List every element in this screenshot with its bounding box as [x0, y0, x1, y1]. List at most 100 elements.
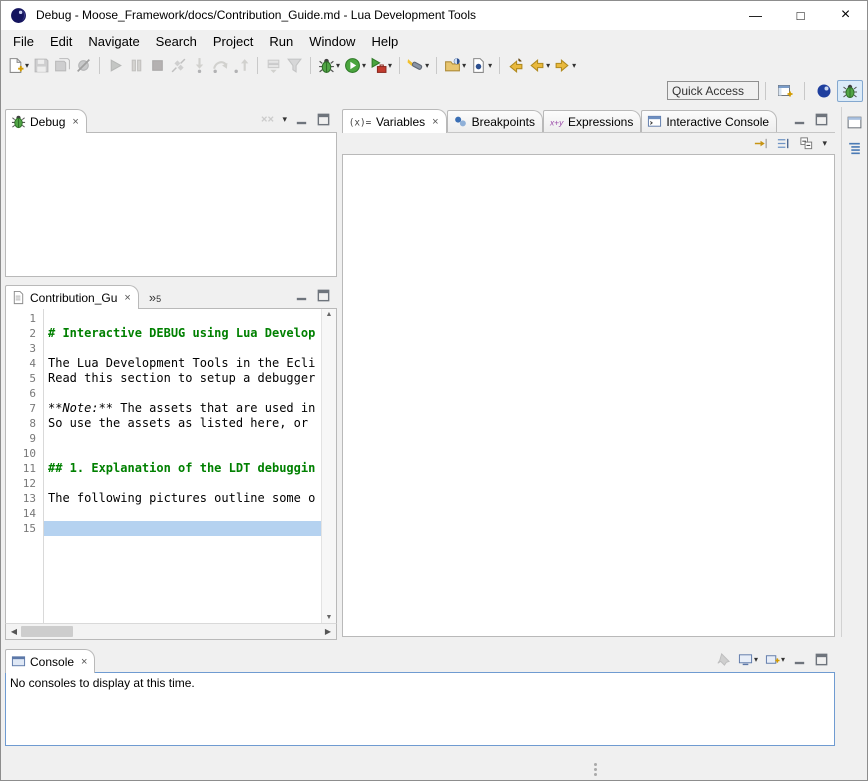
perspective-lua-button[interactable]	[811, 80, 837, 102]
debug-maximize-button[interactable]	[316, 112, 331, 127]
use-step-filters-button[interactable]	[284, 54, 305, 76]
console-minimize-button[interactable]	[792, 652, 807, 667]
dropdown-caret-icon[interactable]: ▾	[25, 61, 29, 70]
new-lua-file-button[interactable]: ▾	[468, 54, 494, 76]
save-button[interactable]	[31, 54, 52, 76]
menu-project[interactable]: Project	[205, 32, 261, 51]
new-lua-project-button[interactable]: ▾	[442, 54, 468, 76]
tab-breakpoints[interactable]: Breakpoints	[447, 110, 543, 132]
disconnect-button[interactable]	[168, 54, 189, 76]
tab-contribution-guide[interactable]: Contribution_Gu ×	[5, 285, 139, 309]
step-return-button[interactable]	[231, 54, 252, 76]
menu-edit[interactable]: Edit	[42, 32, 80, 51]
dropdown-caret-icon[interactable]: ▾	[488, 61, 492, 70]
run-external-tools-button[interactable]: ▾	[368, 54, 394, 76]
dropdown-caret-icon[interactable]: ▾	[754, 655, 758, 664]
window-close-button[interactable]: ×	[823, 0, 868, 30]
save-all-button[interactable]	[52, 54, 73, 76]
editor-tab-label: Contribution_Gu	[30, 291, 117, 305]
terminate-button[interactable]	[147, 54, 168, 76]
menu-file[interactable]: File	[5, 32, 42, 51]
new-button[interactable]: ▾	[5, 54, 31, 76]
restore-view-button[interactable]	[846, 114, 863, 131]
step-into-button[interactable]	[189, 54, 210, 76]
skip-all-breakpoints-button[interactable]	[73, 54, 94, 76]
forward-button[interactable]: ▾	[552, 54, 578, 76]
perspective-debug-button[interactable]	[837, 80, 863, 102]
console-maximize-button[interactable]	[814, 652, 829, 667]
variables-icon: (x)=	[348, 114, 372, 129]
dropdown-caret-icon[interactable]: ▾	[362, 61, 366, 70]
line-number-gutter[interactable]: 123456789101112131415	[6, 309, 44, 623]
open-lua-element-button[interactable]: ▾	[405, 54, 431, 76]
scroll-up-icon[interactable]: ▲	[326, 311, 333, 318]
show-type-names-button[interactable]	[776, 136, 791, 151]
editor-maximize-button[interactable]	[316, 288, 331, 303]
show-logical-structures-button[interactable]	[753, 136, 768, 151]
quick-access-input[interactable]	[667, 81, 759, 100]
menu-help[interactable]: Help	[363, 32, 406, 51]
dropdown-caret-icon[interactable]: ▾	[425, 61, 429, 70]
debug-button[interactable]: ▾	[316, 54, 342, 76]
last-edit-location-icon	[507, 57, 524, 74]
editor-horizontal-scrollbar[interactable]: ◀ ▶	[5, 623, 337, 640]
window-minimize-button[interactable]: —	[733, 0, 778, 30]
dropdown-caret-icon[interactable]: ▾	[546, 61, 550, 70]
menu-navigate[interactable]: Navigate	[80, 32, 147, 51]
dropdown-caret-icon[interactable]: ▾	[336, 61, 340, 70]
tab-console[interactable]: Console ×	[5, 649, 95, 673]
debug-perspective-icon	[842, 83, 858, 99]
variables-view-menu-button[interactable]: ▾	[822, 136, 827, 151]
dropdown-caret-icon[interactable]: ▾	[462, 61, 466, 70]
back-button[interactable]: ▾	[526, 54, 552, 76]
close-tab-icon[interactable]: ×	[432, 116, 438, 128]
statusbar-grip[interactable]	[594, 763, 597, 766]
code-editor[interactable]: # Interactive DEBUG using Lua DevelopThe…	[44, 309, 321, 623]
tab-variables[interactable]: (x)=Variables×	[342, 109, 447, 133]
open-perspective-button[interactable]	[772, 80, 798, 102]
code-text: The Lua Development Tools in the Ecli	[48, 356, 315, 370]
window-maximize-button[interactable]: □	[778, 0, 823, 30]
drop-to-frame-button[interactable]	[263, 54, 284, 76]
debug-minimize-button[interactable]	[294, 112, 309, 127]
dropdown-caret-icon[interactable]: ▾	[572, 61, 576, 70]
menu-run[interactable]: Run	[261, 32, 301, 51]
display-selected-console-button[interactable]	[738, 652, 753, 667]
scroll-right-icon[interactable]: ▶	[320, 627, 336, 636]
lua-perspective-icon	[816, 83, 832, 99]
line-number: 3	[6, 341, 43, 356]
close-tab-icon[interactable]: ×	[81, 656, 87, 668]
editor-minimize-button[interactable]	[294, 288, 309, 303]
remove-all-terminated-button[interactable]	[260, 112, 275, 127]
scrollbar-thumb[interactable]	[21, 626, 73, 637]
pin-console-button[interactable]	[716, 652, 731, 667]
tab-overflow-indicator[interactable]: » 5	[149, 291, 161, 304]
dropdown-caret-icon[interactable]: ▾	[388, 61, 392, 70]
line-number: 10	[6, 446, 43, 461]
tab-debug[interactable]: Debug ×	[5, 109, 87, 133]
menu-window[interactable]: Window	[301, 32, 363, 51]
last-edit-location-button[interactable]	[505, 54, 526, 76]
dropdown-caret-icon[interactable]: ▾	[781, 655, 785, 664]
close-tab-icon[interactable]: ×	[72, 116, 78, 128]
outline-view-button[interactable]	[846, 140, 863, 157]
variables-view: (x)=Variables×Breakpointsx+yExpressionsI…	[342, 107, 835, 637]
tab-expressions[interactable]: x+yExpressions	[543, 110, 641, 132]
menu-search[interactable]: Search	[148, 32, 205, 51]
scroll-left-icon[interactable]: ◀	[6, 627, 22, 636]
suspend-button[interactable]	[126, 54, 147, 76]
editor-vertical-scrollbar[interactable]: ▲ ▼	[321, 309, 336, 623]
close-tab-icon[interactable]: ×	[124, 292, 130, 304]
expressions-icon: x+y	[549, 114, 564, 129]
open-console-button[interactable]	[765, 652, 780, 667]
tab-interactive-console[interactable]: Interactive Console	[641, 110, 777, 132]
code-line	[44, 431, 321, 446]
debug-view-content	[5, 132, 337, 277]
variables-maximize-button[interactable]	[814, 112, 829, 127]
collapse-all-button[interactable]	[799, 136, 814, 151]
scroll-down-icon[interactable]: ▼	[326, 614, 333, 621]
run-button[interactable]: ▾	[342, 54, 368, 76]
resume-button[interactable]	[105, 54, 126, 76]
step-over-button[interactable]	[210, 54, 231, 76]
debug-view-menu-button[interactable]: ▾	[282, 112, 287, 127]
